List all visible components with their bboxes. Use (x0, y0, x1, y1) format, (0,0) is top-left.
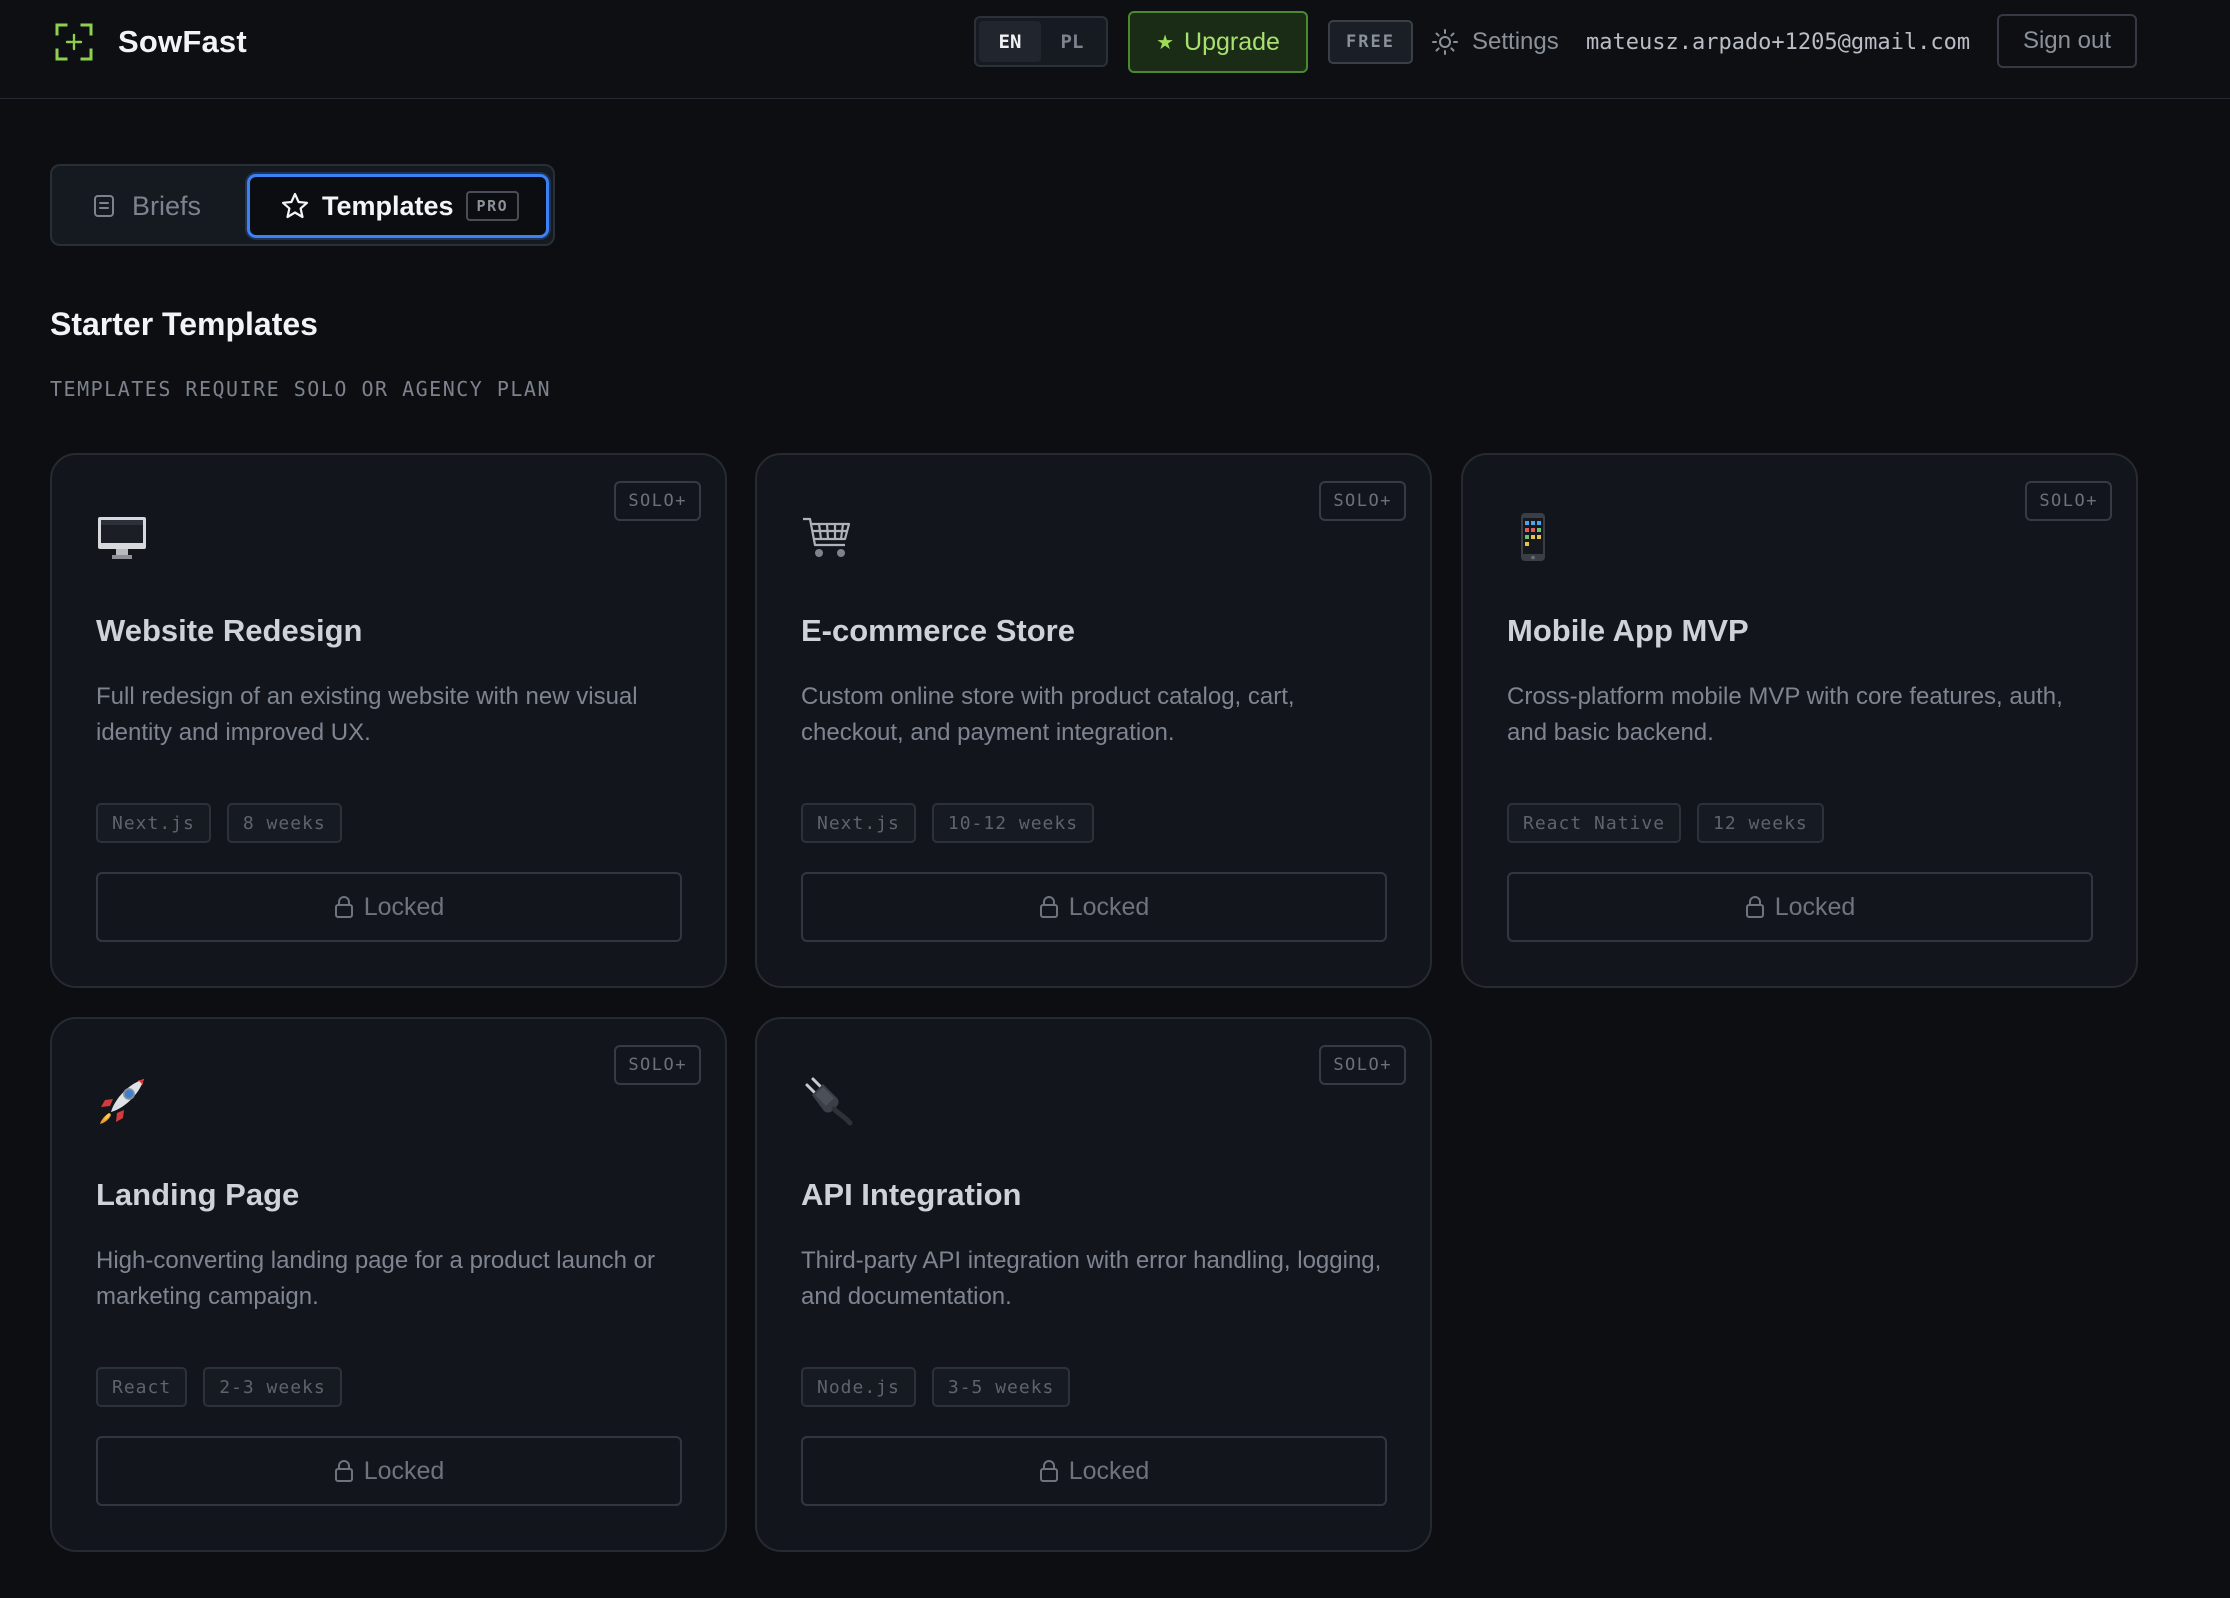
tab-templates-label: Templates (322, 190, 454, 221)
settings-label: Settings (1472, 28, 1559, 55)
card-description: High-converting landing page for a produ… (96, 1247, 656, 1310)
rocket-icon (100, 1079, 144, 1124)
section-title: Starter Templates (50, 306, 318, 342)
locked-button[interactable]: Locked (801, 1436, 1387, 1506)
star-outline-icon (281, 192, 309, 219)
tier-badge: SOLO+ (614, 481, 701, 521)
settings-link[interactable]: Settings (1430, 22, 1559, 62)
card-title: Landing Page (96, 1177, 300, 1212)
tech-tag: Node.js (801, 1367, 916, 1407)
lock-icon (334, 896, 353, 918)
desktop-computer-icon (98, 517, 146, 559)
card-tags: Node.js 3-5 weeks (801, 1367, 1086, 1407)
template-card-api-integration: SOLO+ API Integration Third-party API in… (755, 1017, 1432, 1552)
locked-label: Locked (1068, 1456, 1150, 1485)
template-card-website-redesign: SOLO+ Website Redesign Full redesign of … (50, 453, 727, 988)
plan-badge: FREE (1328, 20, 1413, 64)
card-tags: React 2-3 weeks (96, 1367, 358, 1407)
card-description: Custom online store with product catalog… (801, 683, 1295, 746)
card-title: Website Redesign (96, 613, 363, 648)
tech-tag: Next.js (801, 803, 916, 843)
template-card-ecommerce-store: SOLO+ E-commerce Store Custom online sto… (755, 453, 1432, 988)
card-title: E-commerce Store (801, 613, 1075, 648)
top-nav: SowFast EN PL ★ Upgrade FREE Settings ma… (0, 0, 2230, 99)
locked-label: Locked (363, 892, 445, 921)
sign-out-button[interactable]: Sign out (1997, 14, 2137, 68)
locked-button[interactable]: Locked (801, 872, 1387, 942)
card-tags: Next.js 10-12 weeks (801, 803, 1110, 843)
electric-plug-icon (805, 1077, 853, 1126)
locked-label: Locked (1774, 892, 1856, 921)
tier-badge: SOLO+ (1319, 1045, 1406, 1085)
pro-badge: PRO (465, 191, 520, 221)
tab-templates[interactable]: Templates PRO (247, 174, 549, 238)
card-tags: React Native 12 weeks (1507, 803, 1840, 843)
card-title: API Integration (801, 1177, 1022, 1212)
language-toggle: EN PL (974, 16, 1108, 67)
brand-name: SowFast (118, 24, 247, 59)
document-icon (94, 195, 114, 217)
tab-briefs[interactable]: Briefs (92, 184, 201, 228)
duration-tag: 12 weeks (1697, 803, 1824, 843)
locked-button[interactable]: Locked (96, 872, 682, 942)
duration-tag: 10-12 weeks (931, 803, 1095, 843)
upgrade-button[interactable]: ★ Upgrade (1128, 11, 1308, 73)
lock-icon (1039, 896, 1058, 918)
duration-tag: 3-5 weeks (931, 1367, 1071, 1407)
card-description: Full redesign of an existing website wit… (96, 683, 638, 746)
shopping-cart-icon (803, 517, 851, 557)
tech-tag: Next.js (96, 803, 211, 843)
tech-tag: React Native (1507, 803, 1682, 843)
duration-tag: 8 weeks (226, 803, 342, 843)
view-tabs: Briefs Templates PRO (50, 164, 555, 246)
locked-label: Locked (1068, 892, 1150, 921)
template-card-mobile-app-mvp: SOLO+ Mobile App MVP Cross-platform mobi… (1461, 453, 2138, 988)
sun-settings-icon (1432, 29, 1458, 55)
card-title: Mobile App MVP (1507, 613, 1749, 648)
language-en-button[interactable]: EN (979, 21, 1041, 62)
tier-badge: SOLO+ (614, 1045, 701, 1085)
brand-logo-icon (55, 23, 93, 61)
language-pl-button[interactable]: PL (1041, 21, 1103, 62)
star-icon: ★ (1156, 31, 1175, 54)
locked-button[interactable]: Locked (1507, 872, 2093, 942)
upgrade-label: Upgrade (1184, 27, 1280, 56)
template-card-landing-page: SOLO+ Landing Page High-converting landi… (50, 1017, 727, 1552)
duration-tag: 2-3 weeks (203, 1367, 342, 1407)
card-description: Cross-platform mobile MVP with core feat… (1507, 683, 2063, 746)
mobile-phone-icon (1521, 513, 1545, 561)
lock-icon (1745, 896, 1764, 918)
locked-button[interactable]: Locked (96, 1436, 682, 1506)
lock-icon (1039, 1460, 1058, 1482)
tier-badge: SOLO+ (2025, 481, 2112, 521)
tab-briefs-label: Briefs (132, 190, 202, 221)
brand[interactable]: SowFast (54, 22, 247, 62)
card-tags: Next.js 8 weeks (96, 803, 358, 843)
tier-badge: SOLO+ (1319, 481, 1406, 521)
card-description: Third-party API integration with error h… (801, 1247, 1382, 1310)
section-subtitle: TEMPLATES REQUIRE SOLO OR AGENCY PLAN (50, 377, 552, 401)
locked-label: Locked (363, 1456, 445, 1485)
user-email: mateusz.arpado+1205@gmail.com (1586, 29, 1971, 55)
lock-icon (334, 1460, 353, 1482)
tech-tag: React (96, 1367, 188, 1407)
